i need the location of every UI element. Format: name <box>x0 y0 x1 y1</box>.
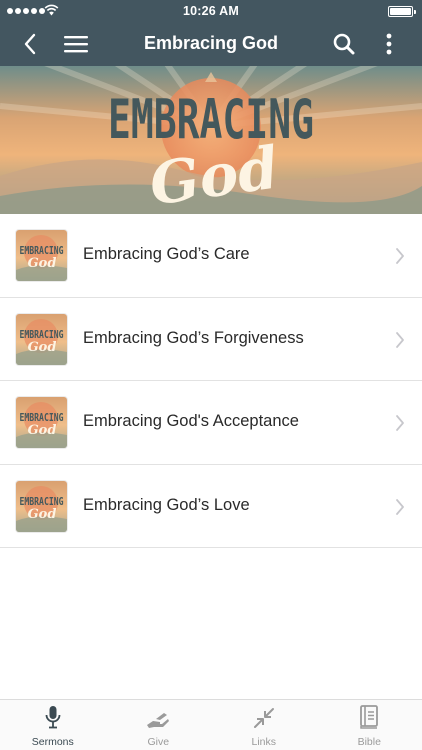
sermon-list-item[interactable]: EMBRACING God Embracing God’s Care <box>0 214 422 298</box>
svg-text:God: God <box>28 256 57 271</box>
tab-label: Give <box>147 736 170 748</box>
series-banner-image: EMBRACING God <box>0 66 422 214</box>
sermon-title: Embracing God’s Love <box>83 495 250 514</box>
status-time: 10:26 AM <box>182 4 240 18</box>
more-vertical-icon <box>386 33 392 55</box>
giving-hand-icon <box>146 700 170 730</box>
sermon-list-item[interactable]: EMBRACING God Embracing God’s Forgivenes… <box>0 298 422 381</box>
tab-label: Links <box>251 736 276 748</box>
collapse-arrows-icon <box>253 700 275 730</box>
chevron-right-icon <box>396 331 404 348</box>
chevron-right-icon <box>396 498 404 515</box>
more-options-button[interactable] <box>373 28 405 60</box>
sermon-thumbnail: EMBRACING God <box>16 230 67 281</box>
tab-sermons[interactable]: Sermons <box>0 700 106 750</box>
sermon-thumbnail: EMBRACING God <box>16 480 67 532</box>
sermon-thumbnail: EMBRACING God <box>16 313 67 365</box>
sermon-thumbnail: EMBRACING God <box>16 397 67 448</box>
app-header: 10:26 AM Embracing God <box>0 0 422 66</box>
sermon-list: EMBRACING God Embracing God’s Care EMBRA… <box>0 214 422 548</box>
back-button[interactable] <box>14 28 46 60</box>
svg-text:God: God <box>28 507 57 522</box>
svg-text:God: God <box>28 340 57 355</box>
tab-give[interactable]: Give <box>106 700 212 750</box>
search-icon <box>333 33 355 55</box>
tab-bar: Sermons Give Links Bible <box>0 699 422 750</box>
tab-label: Sermons <box>31 736 74 748</box>
sermon-title: Embracing God's Acceptance <box>83 412 299 430</box>
tab-label: Bible <box>357 736 381 748</box>
status-bar: 10:26 AM <box>0 0 422 22</box>
svg-text:God: God <box>28 423 57 438</box>
sermon-title: Embracing God’s Care <box>83 245 250 263</box>
navigation-bar: Embracing God <box>0 22 422 66</box>
chevron-left-icon <box>24 33 36 55</box>
sermon-title: Embracing God’s Forgiveness <box>83 328 304 347</box>
book-icon <box>359 700 379 730</box>
tab-links[interactable]: Links <box>211 700 317 750</box>
microphone-icon <box>45 700 61 730</box>
search-button[interactable] <box>328 28 360 60</box>
battery-icon <box>388 6 416 17</box>
chevron-right-icon <box>396 415 404 431</box>
sermon-list-item[interactable]: EMBRACING God Embracing God's Acceptance <box>0 381 422 465</box>
chevron-right-icon <box>396 248 404 264</box>
page-title: Embracing God <box>143 33 278 53</box>
sermon-list-item[interactable]: EMBRACING God Embracing God’s Love <box>0 465 422 548</box>
tab-bible[interactable]: Bible <box>317 700 422 750</box>
